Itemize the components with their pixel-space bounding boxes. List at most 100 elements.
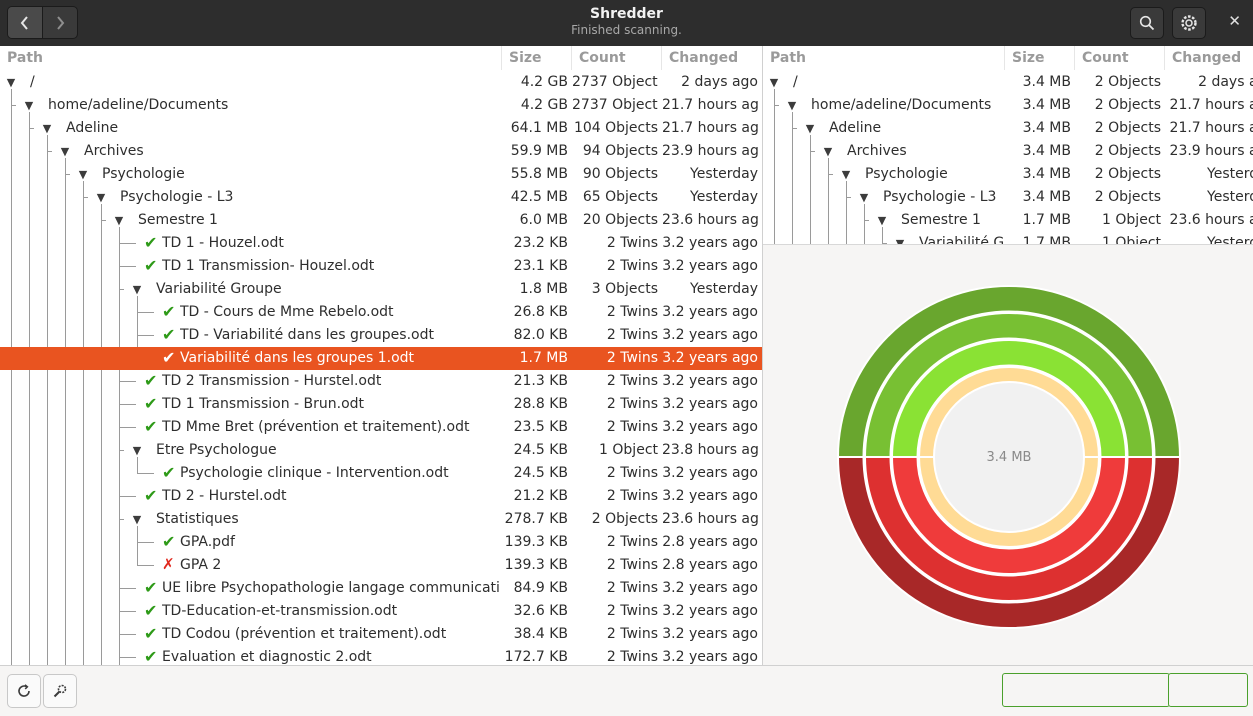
changed-cell: 3.2 years ago: [662, 350, 758, 366]
path-cell: Variabilité Groupe: [156, 281, 282, 297]
check-icon: ✔: [162, 463, 176, 482]
search-icon: [1139, 15, 1155, 31]
check-icon: ✔: [144, 233, 158, 252]
size-cell: 4.2 GB: [520, 74, 568, 90]
size-cell: 82.0 KB: [513, 327, 568, 343]
tree-row[interactable]: ▼ home/adeline/Documents 4.2 GB 2737 Object…: [0, 94, 762, 117]
expander-icon[interactable]: ▼: [130, 439, 144, 462]
tree-row[interactable]: ▼ Archives 3.4 MB 2 Objects 23.9 hours ago: [763, 140, 1253, 163]
size-cell: 4.2 GB: [520, 97, 568, 113]
changed-cell: 21.7 hours ago: [662, 97, 758, 113]
tree-row[interactable]: ▼ Semestre 1 6.0 MB 20 Objects 23.6 hours ag…: [0, 209, 762, 232]
expander-icon[interactable]: ▼: [767, 71, 781, 94]
tree-row[interactable]: ✔ GPA.pdf 139.3 KB 2 Twins 2.8 years ago: [0, 531, 762, 554]
right-tree-view[interactable]: Path Size Count Changed ▼ / 3.4 MB 2 Object…: [763, 46, 1253, 244]
count-cell: 2 Objects: [1094, 74, 1161, 90]
column-header-path[interactable]: Path: [0, 46, 502, 70]
expander-icon[interactable]: ▼: [875, 209, 889, 232]
path-cell: TD Codou (prévention et traitement).odt: [162, 626, 447, 642]
refresh-icon: [18, 684, 30, 697]
action-box-left[interactable]: [1002, 673, 1170, 707]
size-cell: 1.8 MB: [519, 281, 568, 297]
settings-button[interactable]: [1172, 7, 1206, 39]
path-cell: Psychologie - L3: [120, 189, 234, 205]
tree-row[interactable]: ✔ TD 1 - Houzel.odt 23.2 KB 2 Twins 3.2 year…: [0, 232, 762, 255]
tree-row[interactable]: ✔ TD Codou (prévention et traitement).odt…: [0, 623, 762, 646]
changed-cell: 2.8 years ago: [662, 557, 758, 573]
tree-row[interactable]: ▼ Etre Psychologue 24.5 KB 1 Object 23.8 hou…: [0, 439, 762, 462]
action-box-right[interactable]: [1168, 673, 1248, 707]
tools-button[interactable]: [43, 674, 77, 708]
tree-row[interactable]: ▼ home/adeline/Documents 3.4 MB 2 Objects 21…: [763, 94, 1253, 117]
size-cell: 55.8 MB: [510, 166, 568, 182]
tree-row-selected[interactable]: ✔ Variabilité dans les groupes 1.odt 1.7 M…: [0, 347, 762, 370]
expander-icon[interactable]: ▼: [112, 209, 126, 232]
expander-icon[interactable]: ▼: [857, 186, 871, 209]
expander-icon[interactable]: ▼: [22, 94, 36, 117]
tree-row[interactable]: ▼ Variabilité G 1.7 MB 1 Object Yesterday: [763, 232, 1253, 244]
close-button[interactable]: ✕: [1228, 12, 1241, 30]
expander-icon[interactable]: ▼: [785, 94, 799, 117]
count-cell: 1 Object: [1102, 235, 1161, 244]
tree-row[interactable]: ✔ TD - Cours de Mme Rebelo.odt 26.8 KB 2 Tw…: [0, 301, 762, 324]
expander-icon[interactable]: ▼: [130, 508, 144, 531]
expander-icon[interactable]: ▼: [803, 117, 817, 140]
ring-chart[interactable]: 3.4 MB: [763, 245, 1253, 666]
column-header-count[interactable]: Count: [1075, 46, 1165, 70]
ring-chart-panel: 3.4 MB: [763, 244, 1253, 666]
left-tree-view[interactable]: Path Size Count Changed ▼ / 4.2 GB 2737 Obj…: [0, 46, 762, 665]
tree-row[interactable]: ✔ UE libre Psychopathologie langage commu…: [0, 577, 762, 600]
tree-row[interactable]: ✔ TD-Education-et-transmission.odt 32.6 KB…: [0, 600, 762, 623]
tree-row[interactable]: ▼ Psychologie 55.8 MB 90 Objects Yesterday: [0, 163, 762, 186]
tree-row[interactable]: ✔ TD 1 Transmission- Houzel.odt 23.1 KB 2 T…: [0, 255, 762, 278]
refresh-button[interactable]: [7, 674, 41, 708]
changed-cell: 3.2 years ago: [662, 603, 758, 619]
changed-cell: 3.2 years ago: [662, 373, 758, 389]
changed-cell: Yesterday: [1207, 166, 1253, 182]
changed-cell: 21.7 hours ago: [1169, 120, 1253, 136]
tree-row[interactable]: ✔ TD 2 Transmission - Hurstel.odt 21.3 KB 2…: [0, 370, 762, 393]
expander-icon[interactable]: ▼: [821, 140, 835, 163]
tree-row[interactable]: ✔ TD Mme Bret (prévention et traitement).…: [0, 416, 762, 439]
expander-icon[interactable]: ▼: [40, 117, 54, 140]
tree-row[interactable]: ▼ Statistiques 278.7 KB 2 Objects 23.6 hours…: [0, 508, 762, 531]
path-cell: /: [30, 74, 35, 90]
tree-row[interactable]: ▼ Psychologie - L3 3.4 MB 2 Objects Yesterda…: [763, 186, 1253, 209]
tree-row[interactable]: ✗ GPA 2 139.3 KB 2 Twins 2.8 years ago: [0, 554, 762, 577]
tree-row[interactable]: ▼ Psychologie 3.4 MB 2 Objects Yesterday: [763, 163, 1253, 186]
tree-row[interactable]: ✔ TD - Variabilité dans les groupes.odt 82…: [0, 324, 762, 347]
expander-icon[interactable]: ▼: [94, 186, 108, 209]
expander-icon[interactable]: ▼: [130, 278, 144, 301]
tree-row[interactable]: ▼ Psychologie - L3 42.5 MB 65 Objects Yester…: [0, 186, 762, 209]
column-header-size[interactable]: Size: [1005, 46, 1075, 70]
tree-row[interactable]: ▼ Archives 59.9 MB 94 Objects 23.9 hours ago: [0, 140, 762, 163]
expander-icon[interactable]: ▼: [76, 163, 90, 186]
column-header-changed[interactable]: Changed: [662, 46, 762, 70]
column-header-size[interactable]: Size: [502, 46, 572, 70]
expander-icon[interactable]: ▼: [4, 71, 18, 94]
tree-row[interactable]: ✔ TD 2 - Hurstel.odt 21.2 KB 2 Twins 3.2 yea…: [0, 485, 762, 508]
size-cell: 23.1 KB: [513, 258, 568, 274]
tree-row[interactable]: ▼ Adeline 64.1 MB 104 Objects 21.7 hours ago: [0, 117, 762, 140]
tree-row[interactable]: ▼ Adeline 3.4 MB 2 Objects 21.7 hours ago: [763, 117, 1253, 140]
expander-icon[interactable]: ▼: [58, 140, 72, 163]
check-icon: ✔: [162, 325, 176, 344]
expander-icon[interactable]: ▼: [893, 232, 907, 244]
size-cell: 3.4 MB: [1022, 166, 1071, 182]
tree-row[interactable]: ✔ Evaluation et diagnostic 2.odt 172.7 KB 2…: [0, 646, 762, 665]
tree-row[interactable]: ✔ Psychologie clinique - Intervention.odt…: [0, 462, 762, 485]
path-cell: TD - Variabilité dans les groupes.odt: [180, 327, 434, 343]
tree-row[interactable]: ▼ / 4.2 GB 2737 Objects 2 days ago: [0, 71, 762, 94]
tree-row[interactable]: ▼ Semestre 1 1.7 MB 1 Object 23.6 hours ago: [763, 209, 1253, 232]
path-cell: GPA.pdf: [180, 534, 235, 550]
path-cell: Semestre 1: [901, 212, 981, 228]
tree-row[interactable]: ▼ Variabilité Groupe 1.8 MB 3 Objects Yester…: [0, 278, 762, 301]
column-header-path[interactable]: Path: [763, 46, 1005, 70]
path-cell: TD-Education-et-transmission.odt: [162, 603, 398, 619]
search-button[interactable]: [1130, 7, 1164, 39]
tree-row[interactable]: ▼ / 3.4 MB 2 Objects 2 days ago: [763, 71, 1253, 94]
column-header-count[interactable]: Count: [572, 46, 662, 70]
tree-row[interactable]: ✔ TD 1 Transmission - Brun.odt 28.8 KB 2 Tw…: [0, 393, 762, 416]
column-header-changed[interactable]: Changed: [1165, 46, 1253, 70]
expander-icon[interactable]: ▼: [839, 163, 853, 186]
